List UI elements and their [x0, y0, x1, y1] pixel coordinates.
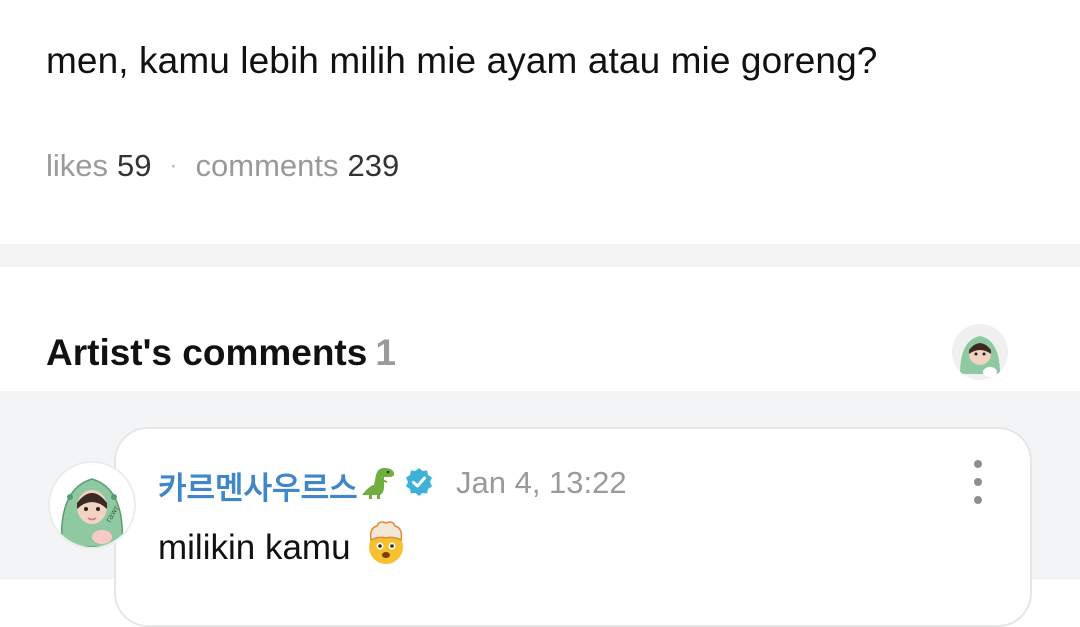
comments-label[interactable]: comments: [196, 148, 339, 184]
comment-date: Jan 4, 13:22: [456, 465, 627, 500]
section-divider: [0, 244, 1080, 267]
artist-comments-title: Artist's comments: [46, 332, 368, 373]
likes-count: 59: [117, 148, 152, 183]
comment-text: milikin kamu: [158, 520, 409, 575]
post-text: men, kamu lebih milih mie ayam atau mie …: [46, 40, 878, 81]
artist-avatar[interactable]: [952, 324, 1008, 380]
comment-author-name[interactable]: 카르멘사우르스: [158, 463, 358, 508]
comments-count[interactable]: 239: [347, 148, 399, 184]
comment-author[interactable]: 카르멘사우르스: [158, 463, 434, 508]
dinosaur-emoji-icon: [360, 465, 398, 507]
comment-author-avatar[interactable]: rawr: [48, 461, 136, 549]
exploding-head-emoji-icon: [363, 520, 409, 575]
verified-badge-icon: [404, 467, 434, 505]
stats-separator: ·: [169, 152, 178, 179]
likes-label: likes: [46, 148, 109, 183]
more-options-icon[interactable]: [964, 460, 992, 504]
artist-comments-count: 1: [375, 332, 396, 373]
comment-body: milikin kamu: [158, 527, 351, 567]
artist-comments-header: Artist's comments 1: [46, 332, 396, 374]
post-stats: likes 59 · comments 239: [46, 148, 399, 184]
